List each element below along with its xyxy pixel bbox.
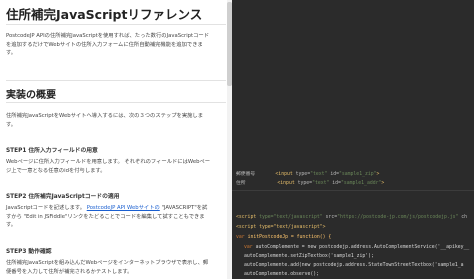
postcodejp-api-link[interactable]: PostcodeJP API Webサイトの [87, 205, 160, 211]
html-addr-line: 住所 <input type="text" id="sample1_addr"> [236, 181, 385, 186]
autocomplete-service-line: var autoComplemente = new postcodejp.add… [244, 245, 470, 250]
step3-text: 住所補完JavaScriptを組み込んだWebページをインターネットブラウザで表… [6, 260, 209, 275]
section-title: 実装の概要 [6, 90, 56, 101]
step2-heading: STEP2 住所補完JavaScriptコードの適用 [6, 194, 120, 200]
code-editor-panel[interactable]: 郵便番号 <input type="text" id="sample1_zip"… [232, 0, 474, 279]
init-function-line: var initPostcodeJp = function() { [236, 235, 332, 240]
section-divider-top [6, 80, 226, 81]
set-zip-textbox-line: autoComplemente.setZipTextbox('sample1_z… [244, 254, 374, 259]
step2-text: JavaScriptコードを記述します。 PostcodeJP API Webサ… [6, 205, 208, 229]
title-divider [6, 24, 226, 25]
add-textbox-line: autoComplemente.add(new postcodejp.addre… [244, 263, 464, 268]
script-open-line: <script type="text/javascript"> [236, 225, 326, 230]
intro-text: PostcodeJP APIの住所補完JavaScriptを使用すれば、たった数… [6, 33, 210, 57]
step1-text: Webページに住所入力フィールドを用意します。 それぞれのフィールドにはWebペ… [6, 159, 211, 174]
observe-line: autoComplemente.observe(); [244, 272, 320, 277]
page-title: 住所補完JavaScriptリファレンス [6, 7, 203, 22]
step1-heading: STEP1 住所入力フィールドの用意 [6, 148, 98, 154]
html-zip-line: 郵便番号 <input type="text" id="sample1_zip"… [236, 172, 380, 177]
editor-divider [232, 190, 474, 191]
script-src-line: <script type="text/javascript" src="http… [236, 215, 468, 220]
section-divider [6, 102, 226, 103]
step3-heading: STEP3 動作確認 [6, 249, 52, 255]
documentation-panel: 住所補完JavaScriptリファレンス PostcodeJP APIの住所補完… [0, 0, 232, 279]
overview-text: 住所補完JavaScriptをWebサイトへ導入するには、次の３つのステップを実… [6, 113, 204, 128]
